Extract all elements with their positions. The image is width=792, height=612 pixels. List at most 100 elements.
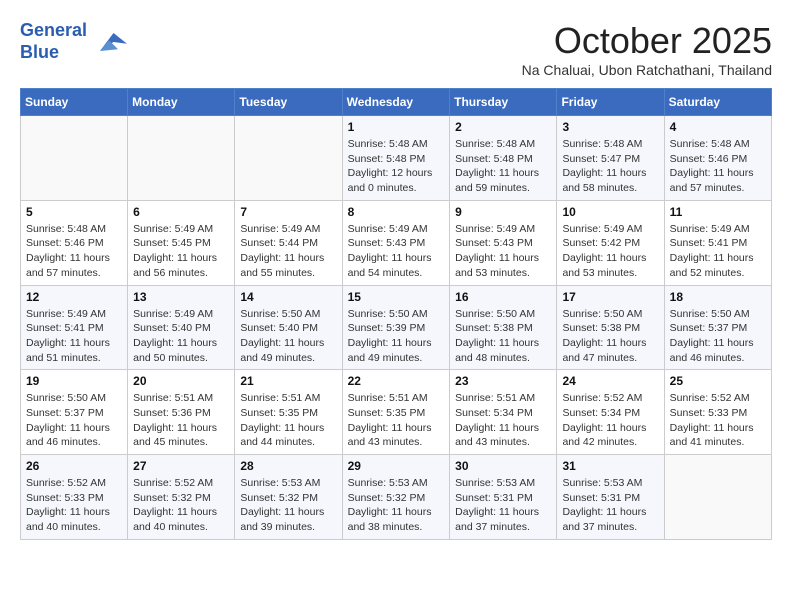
calendar-cell: 25 Sunrise: 5:52 AM Sunset: 5:33 PM Dayli… — [664, 370, 771, 455]
calendar-cell: 6 Sunrise: 5:49 AM Sunset: 5:45 PM Daylig… — [128, 200, 235, 285]
calendar-cell: 22 Sunrise: 5:51 AM Sunset: 5:35 PM Dayli… — [342, 370, 450, 455]
day-number: 15 — [348, 290, 445, 304]
day-number: 19 — [26, 374, 122, 388]
day-info: Sunrise: 5:48 AM Sunset: 5:48 PM Dayligh… — [455, 137, 551, 196]
col-friday: Friday — [557, 89, 664, 116]
day-number: 13 — [133, 290, 229, 304]
calendar-cell: 16 Sunrise: 5:50 AM Sunset: 5:38 PM Dayli… — [450, 285, 557, 370]
col-saturday: Saturday — [664, 89, 771, 116]
calendar-cell: 18 Sunrise: 5:50 AM Sunset: 5:37 PM Dayli… — [664, 285, 771, 370]
title-block: October 2025 Na Chaluai, Ubon Ratchathan… — [522, 20, 772, 78]
calendar-cell — [21, 116, 128, 201]
calendar-table: Sunday Monday Tuesday Wednesday Thursday… — [20, 88, 772, 540]
day-number: 11 — [670, 205, 766, 219]
calendar-cell: 9Sunrise: 5:49 AM Sunset: 5:43 PM Daylig… — [450, 200, 557, 285]
page-header: General Blue October 2025 Na Chaluai, Ub… — [20, 20, 772, 78]
location-subtitle: Na Chaluai, Ubon Ratchathani, Thailand — [522, 62, 772, 78]
day-number: 7 — [240, 205, 336, 219]
day-number: 1 — [348, 120, 445, 134]
day-number: 31 — [562, 459, 658, 473]
calendar-week-row: 26 Sunrise: 5:52 AM Sunset: 5:33 PM Dayli… — [21, 455, 772, 540]
day-number: 20 — [133, 374, 229, 388]
calendar-cell: 26 Sunrise: 5:52 AM Sunset: 5:33 PM Dayli… — [21, 455, 128, 540]
col-tuesday: Tuesday — [235, 89, 342, 116]
day-number: 18 — [670, 290, 766, 304]
day-info: Sunrise: 5:50 AM Sunset: 5:38 PM Dayligh… — [455, 307, 551, 366]
calendar-cell: 2 Sunrise: 5:48 AM Sunset: 5:48 PM Daylig… — [450, 116, 557, 201]
logo-text-line1: General — [20, 20, 87, 42]
day-info: Sunrise: 5:50 AM Sunset: 5:37 PM Dayligh… — [670, 307, 766, 366]
logo-bird-icon — [91, 24, 127, 60]
day-number: 30 — [455, 459, 551, 473]
day-info: Sunrise: 5:49 AM Sunset: 5:43 PM Dayligh… — [455, 222, 551, 281]
day-number: 25 — [670, 374, 766, 388]
day-number: 26 — [26, 459, 122, 473]
logo-text-line2: Blue — [20, 42, 87, 64]
day-info: Sunrise: 5:49 AM Sunset: 5:43 PM Dayligh… — [348, 222, 445, 281]
calendar-cell: 31Sunrise: 5:53 AM Sunset: 5:31 PM Dayli… — [557, 455, 664, 540]
col-monday: Monday — [128, 89, 235, 116]
calendar-cell — [235, 116, 342, 201]
calendar-header: Sunday Monday Tuesday Wednesday Thursday… — [21, 89, 772, 116]
day-number: 4 — [670, 120, 766, 134]
days-of-week-row: Sunday Monday Tuesday Wednesday Thursday… — [21, 89, 772, 116]
day-number: 2 — [455, 120, 551, 134]
calendar-cell: 7 Sunrise: 5:49 AM Sunset: 5:44 PM Daylig… — [235, 200, 342, 285]
day-info: Sunrise: 5:49 AM Sunset: 5:45 PM Dayligh… — [133, 222, 229, 281]
logo: General Blue — [20, 20, 127, 63]
calendar-week-row: 1 Sunrise: 5:48 AM Sunset: 5:48 PM Daylig… — [21, 116, 772, 201]
day-info: Sunrise: 5:50 AM Sunset: 5:37 PM Dayligh… — [26, 391, 122, 450]
calendar-cell: 5Sunrise: 5:48 AM Sunset: 5:46 PM Daylig… — [21, 200, 128, 285]
day-number: 8 — [348, 205, 445, 219]
day-info: Sunrise: 5:48 AM Sunset: 5:46 PM Dayligh… — [670, 137, 766, 196]
calendar-cell: 8 Sunrise: 5:49 AM Sunset: 5:43 PM Daylig… — [342, 200, 450, 285]
calendar-week-row: 12Sunrise: 5:49 AM Sunset: 5:41 PM Dayli… — [21, 285, 772, 370]
day-info: Sunrise: 5:50 AM Sunset: 5:40 PM Dayligh… — [240, 307, 336, 366]
day-number: 27 — [133, 459, 229, 473]
calendar-body: 1 Sunrise: 5:48 AM Sunset: 5:48 PM Daylig… — [21, 116, 772, 540]
calendar-cell — [664, 455, 771, 540]
day-info: Sunrise: 5:53 AM Sunset: 5:31 PM Dayligh… — [455, 476, 551, 535]
col-wednesday: Wednesday — [342, 89, 450, 116]
day-info: Sunrise: 5:49 AM Sunset: 5:41 PM Dayligh… — [670, 222, 766, 281]
day-number: 29 — [348, 459, 445, 473]
day-info: Sunrise: 5:52 AM Sunset: 5:33 PM Dayligh… — [26, 476, 122, 535]
day-info: Sunrise: 5:49 AM Sunset: 5:40 PM Dayligh… — [133, 307, 229, 366]
day-info: Sunrise: 5:49 AM Sunset: 5:44 PM Dayligh… — [240, 222, 336, 281]
day-number: 24 — [562, 374, 658, 388]
day-number: 21 — [240, 374, 336, 388]
calendar-cell — [128, 116, 235, 201]
calendar-cell: 10Sunrise: 5:49 AM Sunset: 5:42 PM Dayli… — [557, 200, 664, 285]
calendar-week-row: 5Sunrise: 5:48 AM Sunset: 5:46 PM Daylig… — [21, 200, 772, 285]
calendar-cell: 11 Sunrise: 5:49 AM Sunset: 5:41 PM Dayli… — [664, 200, 771, 285]
calendar-cell: 1 Sunrise: 5:48 AM Sunset: 5:48 PM Daylig… — [342, 116, 450, 201]
day-info: Sunrise: 5:52 AM Sunset: 5:32 PM Dayligh… — [133, 476, 229, 535]
col-thursday: Thursday — [450, 89, 557, 116]
day-info: Sunrise: 5:52 AM Sunset: 5:33 PM Dayligh… — [670, 391, 766, 450]
calendar-cell: 13 Sunrise: 5:49 AM Sunset: 5:40 PM Dayli… — [128, 285, 235, 370]
day-number: 3 — [562, 120, 658, 134]
day-info: Sunrise: 5:51 AM Sunset: 5:36 PM Dayligh… — [133, 391, 229, 450]
day-info: Sunrise: 5:48 AM Sunset: 5:46 PM Dayligh… — [26, 222, 122, 281]
col-sunday: Sunday — [21, 89, 128, 116]
day-number: 6 — [133, 205, 229, 219]
day-info: Sunrise: 5:50 AM Sunset: 5:38 PM Dayligh… — [562, 307, 658, 366]
day-info: Sunrise: 5:52 AM Sunset: 5:34 PM Dayligh… — [562, 391, 658, 450]
calendar-cell: 29 Sunrise: 5:53 AM Sunset: 5:32 PM Dayli… — [342, 455, 450, 540]
calendar-cell: 20 Sunrise: 5:51 AM Sunset: 5:36 PM Dayli… — [128, 370, 235, 455]
calendar-cell: 14 Sunrise: 5:50 AM Sunset: 5:40 PM Dayli… — [235, 285, 342, 370]
day-info: Sunrise: 5:49 AM Sunset: 5:41 PM Dayligh… — [26, 307, 122, 366]
day-info: Sunrise: 5:48 AM Sunset: 5:47 PM Dayligh… — [562, 137, 658, 196]
day-info: Sunrise: 5:50 AM Sunset: 5:39 PM Dayligh… — [348, 307, 445, 366]
day-info: Sunrise: 5:48 AM Sunset: 5:48 PM Dayligh… — [348, 137, 445, 196]
day-info: Sunrise: 5:51 AM Sunset: 5:35 PM Dayligh… — [348, 391, 445, 450]
day-number: 14 — [240, 290, 336, 304]
day-number: 22 — [348, 374, 445, 388]
calendar-cell: 17 Sunrise: 5:50 AM Sunset: 5:38 PM Dayli… — [557, 285, 664, 370]
calendar-cell: 23Sunrise: 5:51 AM Sunset: 5:34 PM Dayli… — [450, 370, 557, 455]
calendar-cell: 28Sunrise: 5:53 AM Sunset: 5:32 PM Dayli… — [235, 455, 342, 540]
day-info: Sunrise: 5:53 AM Sunset: 5:32 PM Dayligh… — [348, 476, 445, 535]
day-number: 17 — [562, 290, 658, 304]
day-number: 16 — [455, 290, 551, 304]
calendar-week-row: 19 Sunrise: 5:50 AM Sunset: 5:37 PM Dayli… — [21, 370, 772, 455]
